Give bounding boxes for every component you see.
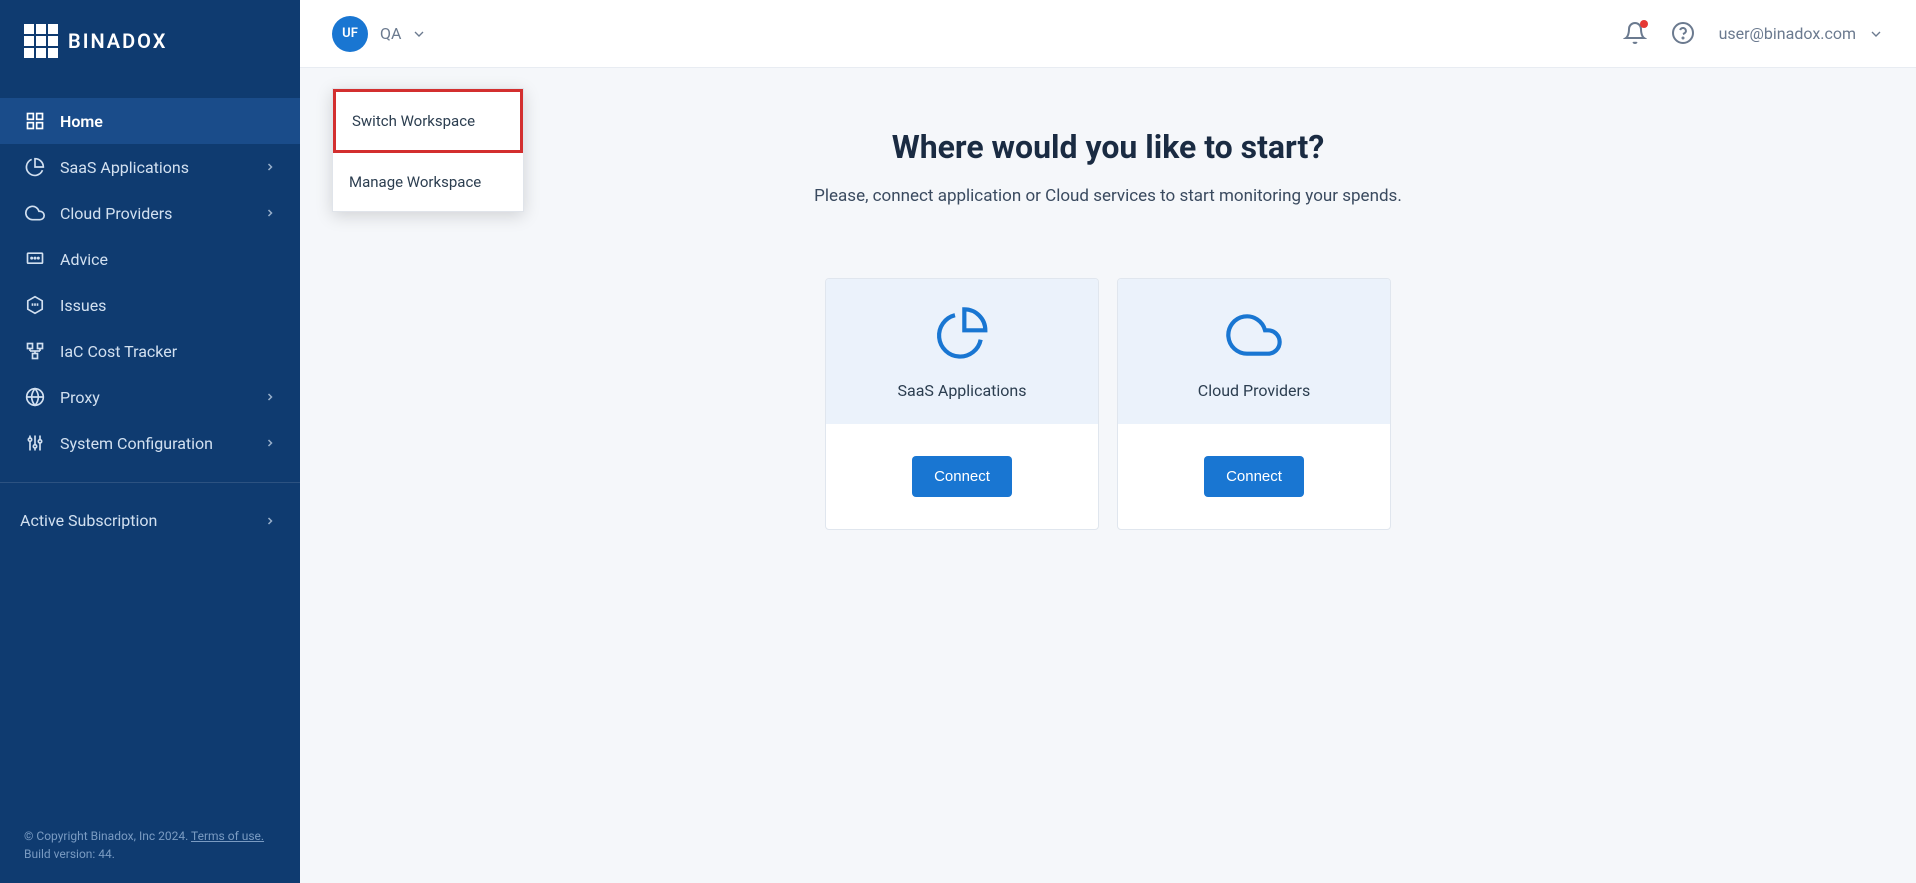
card-cloud-providers: Cloud Providers Connect [1117, 278, 1391, 530]
notifications-button[interactable] [1623, 21, 1649, 47]
sidebar-item-label: Issues [60, 296, 106, 315]
brand-name: BINADOX [68, 29, 167, 53]
chevron-right-icon [264, 437, 276, 449]
card-title: Cloud Providers [1198, 381, 1310, 400]
pie-chart-icon [934, 307, 990, 363]
chevron-right-icon [264, 515, 276, 527]
sidebar-item-label: System Configuration [60, 434, 213, 453]
workspace-dropdown: Switch Workspace Manage Workspace [332, 88, 524, 212]
sidebar-item-system-configuration[interactable]: System Configuration [0, 420, 300, 466]
chevron-right-icon [264, 207, 276, 219]
sliders-icon [24, 432, 46, 454]
chevron-right-icon [264, 391, 276, 403]
chat-icon [24, 248, 46, 270]
card-footer: Connect [1118, 424, 1390, 529]
logo-grid-icon [24, 24, 58, 58]
sidebar-item-home[interactable]: Home [0, 98, 300, 144]
sidebar-item-iac-cost-tracker[interactable]: IaC Cost Tracker [0, 328, 300, 374]
sidebar-footer: © Copyright Binadox, Inc 2024. Terms of … [0, 817, 300, 883]
connect-saas-button[interactable]: Connect [912, 456, 1012, 497]
page-subtitle: Please, connect application or Cloud ser… [814, 186, 1402, 206]
nav-list: Home SaaS Applications Cloud Providers [0, 98, 300, 466]
sidebar-item-active-subscription[interactable]: Active Subscription [0, 499, 300, 542]
sidebar-item-issues[interactable]: Issues [0, 282, 300, 328]
brand-logo[interactable]: BINADOX [0, 0, 300, 98]
alert-hexagon-icon [24, 294, 46, 316]
cloud-icon [1226, 307, 1282, 363]
card-header: SaaS Applications [826, 279, 1098, 424]
sidebar: BINADOX Home SaaS Applications Cloud Pro… [0, 0, 300, 883]
cards-row: SaaS Applications Connect Cloud Provider… [825, 278, 1391, 530]
workspace-name[interactable]: QA [380, 24, 401, 43]
chevron-down-icon[interactable] [411, 26, 427, 42]
sidebar-item-label: Advice [60, 250, 108, 269]
dropdown-manage-workspace[interactable]: Manage Workspace [333, 153, 523, 211]
user-email-text: user@binadox.com [1719, 24, 1856, 43]
workspace-avatar[interactable]: UF [332, 16, 368, 52]
user-menu[interactable]: user@binadox.com [1719, 24, 1884, 43]
connect-cloud-button[interactable]: Connect [1204, 456, 1304, 497]
pie-chart-icon [24, 156, 46, 178]
build-version: Build version: 44. [24, 847, 115, 861]
workspace-initials: UF [342, 26, 358, 41]
help-button[interactable] [1671, 21, 1697, 47]
page-title: Where would you like to start? [892, 128, 1325, 166]
sidebar-item-proxy[interactable]: Proxy [0, 374, 300, 420]
card-saas-applications: SaaS Applications Connect [825, 278, 1099, 530]
chevron-right-icon [264, 161, 276, 173]
content: Where would you like to start? Please, c… [300, 68, 1916, 883]
sidebar-item-cloud-providers[interactable]: Cloud Providers [0, 190, 300, 236]
sidebar-item-label: IaC Cost Tracker [60, 342, 177, 361]
sidebar-item-saas-applications[interactable]: SaaS Applications [0, 144, 300, 190]
card-footer: Connect [826, 424, 1098, 529]
topbar-right: user@binadox.com [1623, 21, 1884, 47]
sidebar-item-label: Cloud Providers [60, 204, 172, 223]
cloud-icon [24, 202, 46, 224]
sidebar-divider [0, 482, 300, 483]
home-icon [24, 110, 46, 132]
topbar: UF QA Switch Workspace Manage Workspace … [300, 0, 1916, 68]
card-title: SaaS Applications [898, 381, 1027, 400]
dropdown-switch-workspace[interactable]: Switch Workspace [333, 89, 523, 153]
iac-icon [24, 340, 46, 362]
sidebar-item-label: SaaS Applications [60, 158, 189, 177]
copyright-text: © Copyright Binadox, Inc 2024. [24, 829, 188, 843]
card-header: Cloud Providers [1118, 279, 1390, 424]
sidebar-item-advice[interactable]: Advice [0, 236, 300, 282]
notification-dot-icon [1640, 20, 1648, 28]
main: UF QA Switch Workspace Manage Workspace … [300, 0, 1916, 883]
terms-link[interactable]: Terms of use. [191, 829, 264, 843]
sidebar-item-label: Proxy [60, 388, 100, 407]
chevron-down-icon [1868, 26, 1884, 42]
sidebar-item-label: Active Subscription [20, 511, 157, 530]
sidebar-item-label: Home [60, 112, 103, 131]
globe-icon [24, 386, 46, 408]
